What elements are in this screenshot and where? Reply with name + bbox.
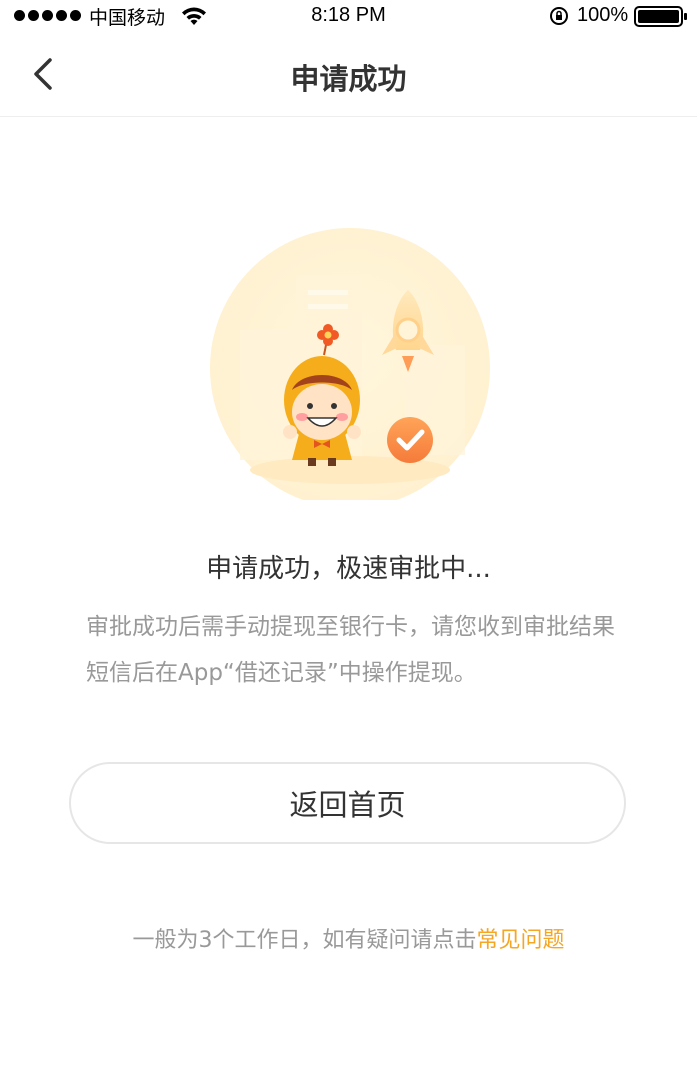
status-headline: 申请成功，极速审批中... — [206, 554, 491, 584]
faq-link[interactable]: 常见问题 — [476, 928, 564, 953]
status-bar: 中国移动 8:18 PM 100% — [0, 0, 697, 34]
rotation-lock-icon — [550, 7, 568, 25]
success-illustration — [210, 228, 490, 500]
check-circle-icon — [387, 417, 433, 463]
status-description: 审批成功后需手动提现至银行卡，请您收到审批结果短信后在App“借还记录”中操作提… — [86, 614, 615, 686]
page-title: 申请成功 — [290, 62, 407, 96]
battery-icon — [634, 6, 687, 27]
footer-note: 一般为3个工作日，如有疑问请点击常见问题 — [0, 922, 697, 954]
return-home-button[interactable]: 返回首页 — [69, 762, 626, 844]
navigation-bar: 申请成功 — [0, 34, 697, 117]
footer-note-text: 一般为3个工作日，如有疑问请点击 — [132, 928, 477, 953]
battery-percentage: 100% — [577, 4, 629, 26]
